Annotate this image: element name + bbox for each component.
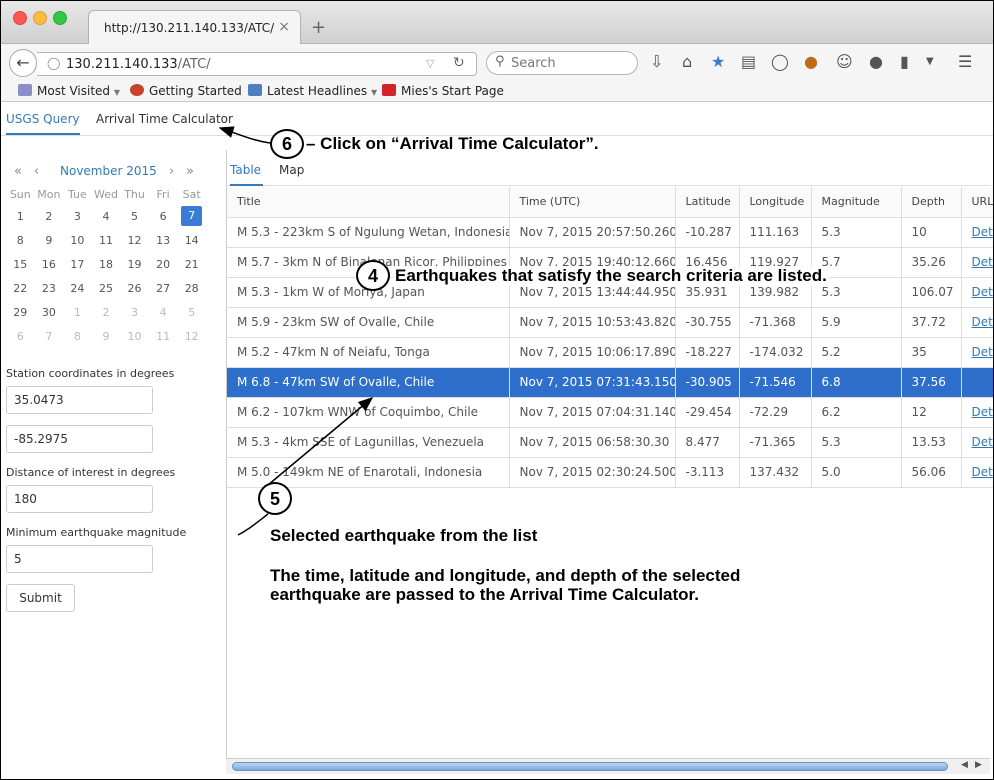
screenshot-border [0,0,994,780]
